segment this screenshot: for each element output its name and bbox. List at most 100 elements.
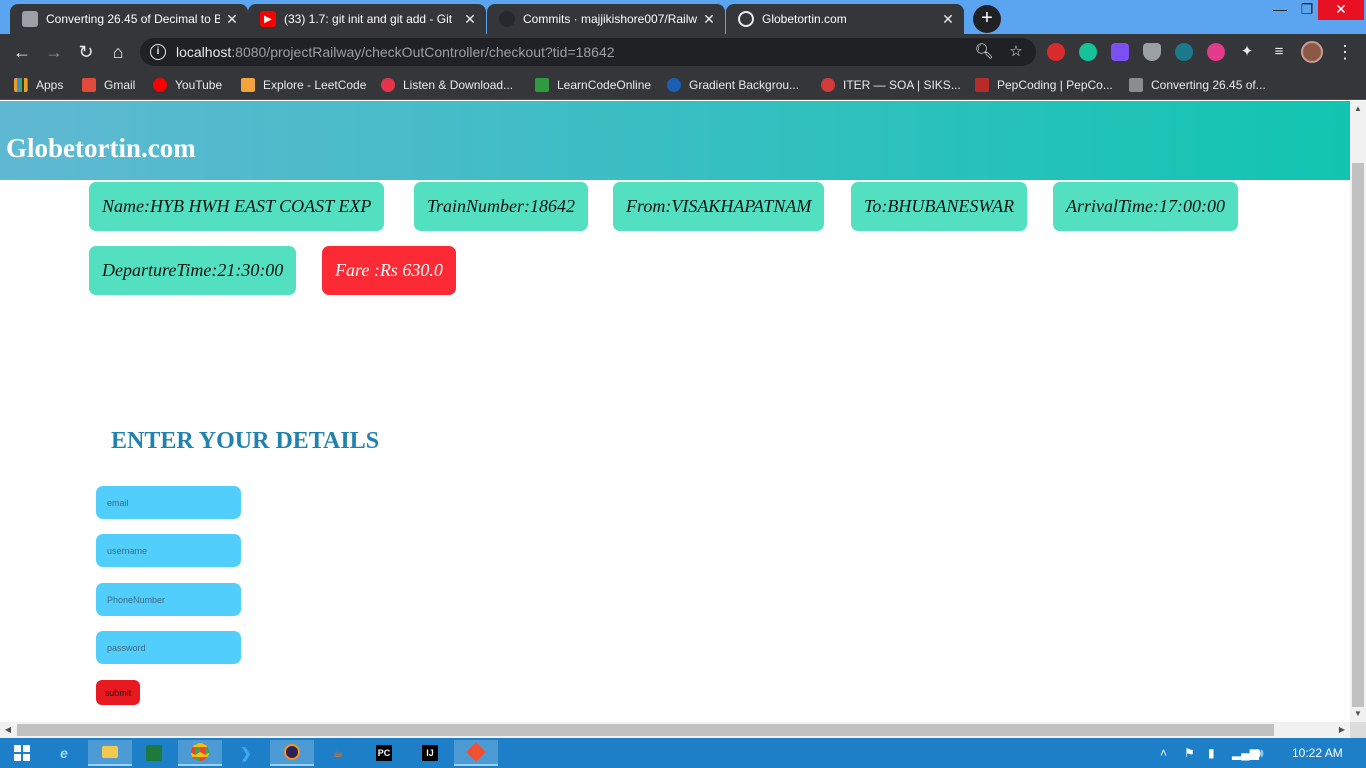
to-station-chip: To:BHUBANESWAR xyxy=(851,182,1028,231)
apps-icon xyxy=(14,78,28,92)
scroll-right-arrow-icon[interactable]: ▶ xyxy=(1334,722,1350,738)
bookmark-label: PepCoding | PepCo... xyxy=(997,78,1113,92)
tab-youtube-git[interactable]: ▶ (33) 1.7: git init and git add - Git ✕ xyxy=(248,4,486,34)
back-button[interactable]: ← xyxy=(10,40,34,64)
bookmark-label: Listen & Download... xyxy=(403,78,514,92)
tab-title: (33) 1.7: git init and git add - Git xyxy=(284,12,453,26)
grammarly-extension-icon[interactable] xyxy=(1079,43,1097,61)
site-title: Globetortin.com xyxy=(6,133,196,163)
bookmark-label: Gradient Backgrou... xyxy=(689,78,800,92)
pycharm-icon[interactable]: PC xyxy=(362,740,406,766)
tab-title: Globetortin.com xyxy=(762,12,847,26)
home-button[interactable]: ⌂ xyxy=(106,40,130,64)
intellij-icon[interactable]: IJ xyxy=(408,740,452,766)
email-field[interactable] xyxy=(96,486,241,519)
train-number-chip: TrainNumber:18642 xyxy=(414,182,589,231)
scroll-down-arrow-icon[interactable]: ▼ xyxy=(1350,706,1366,722)
horizontal-scroll-thumb[interactable] xyxy=(17,724,1274,736)
bookmark-gmail[interactable]: Gmail xyxy=(82,76,135,94)
battery-icon[interactable]: ▮ xyxy=(1208,746,1215,760)
adblock-extension-icon[interactable] xyxy=(1047,43,1065,61)
media-control-icon[interactable]: ≡ xyxy=(1269,42,1289,62)
star-icon[interactable]: ☆ xyxy=(1006,42,1026,62)
volume-icon[interactable]: 🔊︎ xyxy=(1256,746,1264,761)
excel-icon[interactable] xyxy=(132,740,176,766)
bookmark-iter-soa[interactable]: ITER — SOA | SIKS... xyxy=(821,76,961,94)
pepcoding-icon xyxy=(975,78,989,92)
address-bar[interactable]: i localhost :8080/projectRailway/checkOu… xyxy=(140,38,1036,66)
shield-extension-icon[interactable] xyxy=(1143,43,1161,61)
music-icon xyxy=(381,78,395,92)
tab-globetortin[interactable]: Globetortin.com ✕ xyxy=(726,4,964,34)
phone-number-field[interactable] xyxy=(96,583,241,616)
username-field[interactable] xyxy=(96,534,241,567)
bookmark-label: LearnCodeOnline xyxy=(557,78,652,92)
github-icon xyxy=(499,11,515,27)
file-explorer-icon[interactable] xyxy=(88,740,132,766)
zoom-icon[interactable]: 🔍︎ xyxy=(974,42,994,62)
system-clock[interactable]: 10:22 AM xyxy=(1292,746,1343,760)
git-icon[interactable] xyxy=(454,740,498,766)
java-icon[interactable]: ☕︎ xyxy=(316,740,360,766)
chrome-icon[interactable] xyxy=(178,740,222,766)
bookmark-label: Gmail xyxy=(104,78,136,92)
tab-github-commits[interactable]: Commits · majjikishore007/Railw ✕ xyxy=(487,4,725,34)
bookmark-listen-download[interactable]: Listen & Download... xyxy=(381,76,513,94)
wifi-icon[interactable]: ▂▄▆ xyxy=(1232,746,1259,760)
url-host: localhost xyxy=(176,44,232,60)
bookmark-apps[interactable]: Apps xyxy=(14,76,63,94)
windows-start-icon[interactable] xyxy=(0,740,44,766)
password-field[interactable] xyxy=(96,631,241,664)
purple-extension-icon[interactable] xyxy=(1111,43,1129,61)
youtube-icon: ▶ xyxy=(260,11,276,27)
vscode-icon[interactable]: ❯ xyxy=(224,740,268,766)
eclipse-icon[interactable] xyxy=(270,740,314,766)
submit-button[interactable]: submit xyxy=(96,680,140,705)
menu-icon[interactable]: ⋮ xyxy=(1336,40,1354,64)
scroll-up-arrow-icon[interactable]: ▲ xyxy=(1350,101,1366,117)
youtube-icon xyxy=(153,78,167,92)
bookmark-label: YouTube xyxy=(175,78,223,92)
bookmark-learncodeonline[interactable]: LearnCodeOnline xyxy=(535,76,651,94)
tab-title: Commits · majjikishore007/Railw xyxy=(523,12,697,26)
tab-strip: Converting 26.45 of Decimal to B ✕ ▶ (33… xyxy=(0,0,1366,34)
bookmark-gradient-background[interactable]: Gradient Backgrou... xyxy=(667,76,799,94)
vertical-scroll-thumb[interactable] xyxy=(1352,163,1364,707)
departure-time-chip: DepartureTime:21:30:00 xyxy=(89,246,297,295)
profile-avatar[interactable] xyxy=(1301,41,1323,63)
bookmark-converting[interactable]: Converting 26.45 of... xyxy=(1129,76,1266,94)
bookmark-label: Explore - LeetCode xyxy=(263,78,367,92)
vertical-scrollbar[interactable]: ▲ ▼ xyxy=(1350,101,1366,722)
tab-converting-decimal[interactable]: Converting 26.45 of Decimal to B ✕ xyxy=(10,4,248,34)
bookmarks-bar: Apps Gmail YouTube Explore - LeetCode Li… xyxy=(0,70,1366,100)
iter-icon xyxy=(821,78,835,92)
site-header: Globetortin.com xyxy=(0,101,1350,180)
internet-explorer-icon[interactable]: e xyxy=(42,740,86,766)
horizontal-scrollbar[interactable]: ◀ ▶ xyxy=(0,722,1350,738)
flag-icon[interactable]: ⚑ xyxy=(1184,746,1195,760)
puzzle-icon[interactable]: ✦ xyxy=(1237,42,1257,62)
info-icon[interactable]: i xyxy=(150,44,166,60)
moon-extension-icon[interactable] xyxy=(1207,43,1225,61)
teal-extension-icon[interactable] xyxy=(1175,43,1193,61)
close-window-button[interactable]: ✕ xyxy=(1318,0,1364,20)
scroll-left-arrow-icon[interactable]: ◀ xyxy=(0,722,16,738)
new-tab-button[interactable]: + xyxy=(973,5,1001,33)
bookmark-youtube[interactable]: YouTube xyxy=(153,76,222,94)
from-station-chip: From:VISAKHAPATNAM xyxy=(613,182,825,231)
close-icon[interactable]: ✕ xyxy=(701,11,717,27)
tray-overflow-icon[interactable]: ˄ xyxy=(1160,746,1167,760)
taskbar: e ❯ ☕︎ PC IJ ˄ ⚑ ▮ ▂▄▆ 🔊︎ 10:22 AM xyxy=(0,738,1366,768)
url-path: :8080/projectRailway/checkOutController/… xyxy=(231,44,615,60)
bookmark-leetcode[interactable]: Explore - LeetCode xyxy=(241,76,366,94)
close-icon[interactable]: ✕ xyxy=(224,11,240,27)
bookmark-label: Apps xyxy=(36,78,64,92)
leetcode-icon xyxy=(241,78,255,92)
close-icon[interactable]: ✕ xyxy=(940,11,956,27)
learncodeonline-icon xyxy=(535,78,549,92)
reload-button[interactable]: ↻ xyxy=(74,40,98,64)
close-icon[interactable]: ✕ xyxy=(462,11,478,27)
forward-button[interactable]: → xyxy=(42,40,66,64)
scrollbar-corner xyxy=(1350,722,1366,738)
bookmark-pepcoding[interactable]: PepCoding | PepCo... xyxy=(975,76,1113,94)
